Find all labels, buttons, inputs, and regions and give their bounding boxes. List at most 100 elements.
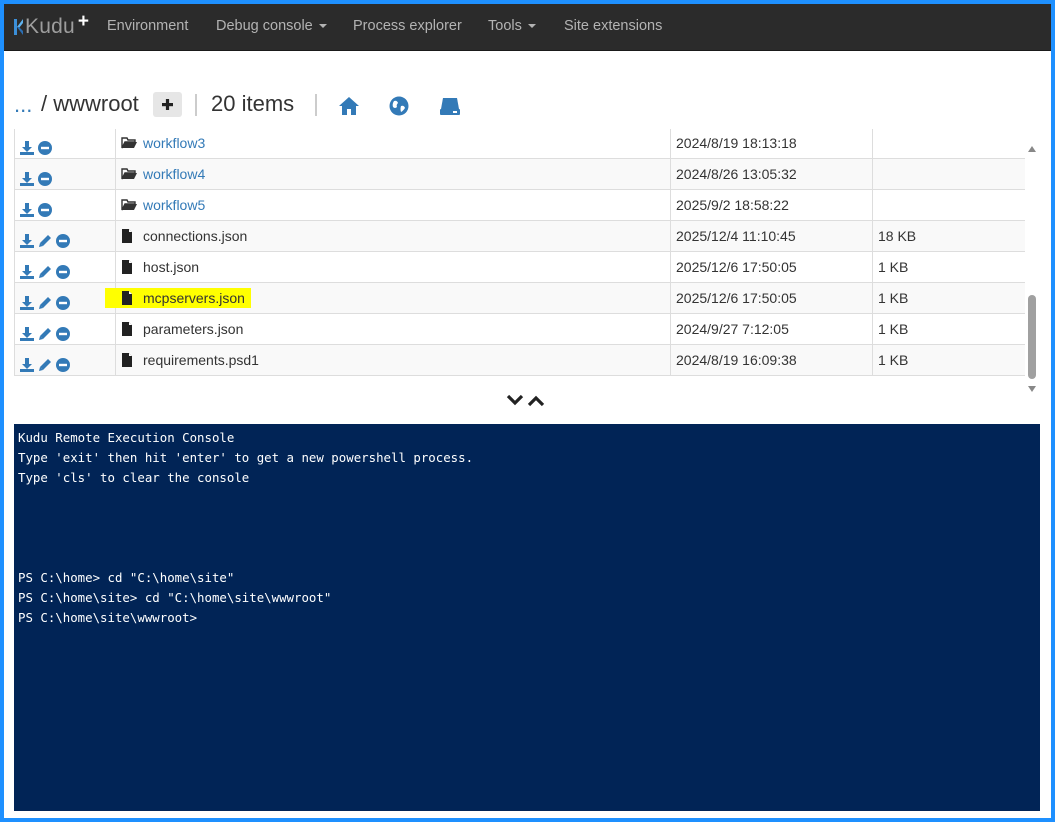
- row-actions: [15, 190, 116, 220]
- file-icon: [121, 347, 137, 367]
- breadcrumb-current: / wwwroot: [41, 91, 139, 116]
- delete-icon[interactable]: [56, 228, 70, 248]
- folder-open-icon: [121, 161, 137, 180]
- nav-environment[interactable]: Environment: [107, 4, 188, 50]
- file-size: 1 KB: [878, 259, 909, 275]
- breadcrumb-parent-link[interactable]: ...: [14, 92, 32, 118]
- folder-row: workflow4 2024/8/26 13:05:32: [14, 159, 1025, 190]
- drive-icon[interactable]: [439, 95, 461, 117]
- delete-icon[interactable]: [38, 166, 52, 186]
- file-icon: [121, 316, 137, 336]
- file-row: mcpservers.json 2025/12/6 17:50:05 1 KB: [14, 283, 1025, 314]
- download-icon[interactable]: [20, 197, 34, 217]
- file-name-cell[interactable]: workflow4: [116, 159, 671, 189]
- file-size: [873, 129, 1025, 158]
- file-size: [873, 159, 1025, 189]
- file-icon: [121, 290, 137, 305]
- file-name[interactable]: parameters.json: [143, 321, 243, 337]
- file-name-cell[interactable]: connections.json: [116, 221, 671, 251]
- console-line: Type 'cls' to clear the console: [18, 470, 250, 485]
- item-count: 20 items: [211, 91, 295, 116]
- edit-icon[interactable]: [38, 321, 52, 340]
- scroll-up-arrow-icon[interactable]: [1028, 146, 1036, 152]
- scroll-down-arrow-icon[interactable]: [1028, 386, 1036, 392]
- folder-row: workflow3 2024/8/19 18:13:18: [14, 129, 1025, 159]
- file-name-cell[interactable]: mcpservers.json: [105, 283, 671, 313]
- file-name[interactable]: connections.json: [143, 228, 247, 244]
- nav-tools-label: Tools: [488, 18, 522, 34]
- modified-date: 2024/8/19 18:13:18: [671, 129, 873, 158]
- folder-open-icon: [121, 130, 137, 149]
- file-size: [873, 190, 1025, 220]
- edit-icon[interactable]: [38, 290, 52, 309]
- download-icon[interactable]: [20, 166, 34, 186]
- row-actions: [15, 283, 116, 313]
- delete-icon[interactable]: [38, 197, 52, 217]
- modified-date: 2025/12/6 17:50:05: [671, 252, 873, 282]
- header-divider: [315, 94, 317, 116]
- add-new-button[interactable]: [153, 92, 182, 117]
- file-icon: [121, 223, 137, 243]
- globe-icon[interactable]: [388, 95, 410, 117]
- folder-row: workflow5 2025/9/2 18:58:22: [14, 190, 1025, 221]
- row-actions: [15, 159, 116, 189]
- download-icon[interactable]: [20, 135, 34, 155]
- nav-process-explorer[interactable]: Process explorer: [353, 4, 462, 50]
- file-row: host.json 2025/12/6 17:50:05 1 KB: [14, 252, 1025, 283]
- file-size: 1 KB: [878, 352, 909, 368]
- folder-link[interactable]: workflow4: [143, 166, 205, 182]
- download-icon[interactable]: [20, 352, 34, 372]
- delete-icon[interactable]: [56, 259, 70, 279]
- edit-icon[interactable]: [38, 352, 52, 371]
- chevron-down-icon: [506, 394, 524, 406]
- home-icon[interactable]: [338, 95, 360, 117]
- edit-icon[interactable]: [38, 228, 52, 247]
- row-actions: [15, 345, 116, 375]
- folder-link[interactable]: workflow3: [143, 135, 205, 151]
- directory-header: ... / wwwroot 20 items: [14, 86, 1034, 126]
- file-name[interactable]: requirements.psd1: [143, 352, 259, 368]
- folder-open-icon: [121, 192, 137, 211]
- file-icon: [121, 254, 137, 274]
- file-name[interactable]: host.json: [143, 259, 199, 275]
- top-navbar: Kudu + Environment Debug console Process…: [4, 4, 1051, 51]
- console-line: PS C:\home\site> cd "C:\home\site\wwwroo…: [18, 590, 332, 605]
- table-scrollbar[interactable]: [1025, 141, 1040, 394]
- file-name-cell[interactable]: parameters.json: [116, 314, 671, 344]
- chevron-down-icon: [318, 24, 327, 29]
- download-icon[interactable]: [20, 290, 34, 310]
- delete-icon[interactable]: [56, 290, 70, 310]
- modified-date: 2025/9/2 18:58:22: [671, 190, 873, 220]
- console-line: Kudu Remote Execution Console: [18, 430, 235, 445]
- nav-debug-console[interactable]: Debug console: [216, 4, 327, 50]
- file-name[interactable]: mcpservers.json: [143, 290, 245, 306]
- modified-date: 2025/12/4 11:10:45: [671, 221, 873, 251]
- kudu-logo[interactable]: Kudu +: [14, 11, 89, 40]
- powershell-console[interactable]: Kudu Remote Execution Console Type 'exit'…: [14, 424, 1040, 811]
- file-size: 18 KB: [878, 228, 917, 244]
- brand-plus: +: [77, 11, 89, 32]
- nav-site-extensions[interactable]: Site extensions: [564, 4, 662, 50]
- file-name-cell[interactable]: workflow3: [116, 129, 671, 158]
- row-actions: [15, 252, 116, 282]
- file-name-cell[interactable]: requirements.psd1: [116, 345, 671, 375]
- nav-tools[interactable]: Tools: [488, 4, 536, 50]
- folder-link[interactable]: workflow5: [143, 197, 205, 213]
- edit-icon[interactable]: [38, 259, 52, 278]
- panel-resize-toggle[interactable]: [505, 392, 547, 410]
- header-divider: [195, 94, 197, 116]
- delete-icon[interactable]: [38, 135, 52, 155]
- modified-date: 2024/8/19 16:09:38: [671, 345, 873, 375]
- delete-icon[interactable]: [56, 352, 70, 372]
- download-icon[interactable]: [20, 259, 34, 279]
- console-line: PS C:\home\site\wwwroot>: [18, 610, 198, 625]
- scrollbar-thumb[interactable]: [1028, 295, 1036, 379]
- delete-icon[interactable]: [56, 321, 70, 341]
- brand-name: Kudu: [25, 15, 75, 38]
- download-icon[interactable]: [20, 321, 34, 341]
- row-actions: [15, 129, 116, 158]
- file-name-cell[interactable]: host.json: [116, 252, 671, 282]
- modified-date: 2024/9/27 7:12:05: [671, 314, 873, 344]
- download-icon[interactable]: [20, 228, 34, 248]
- file-name-cell[interactable]: workflow5: [116, 190, 671, 220]
